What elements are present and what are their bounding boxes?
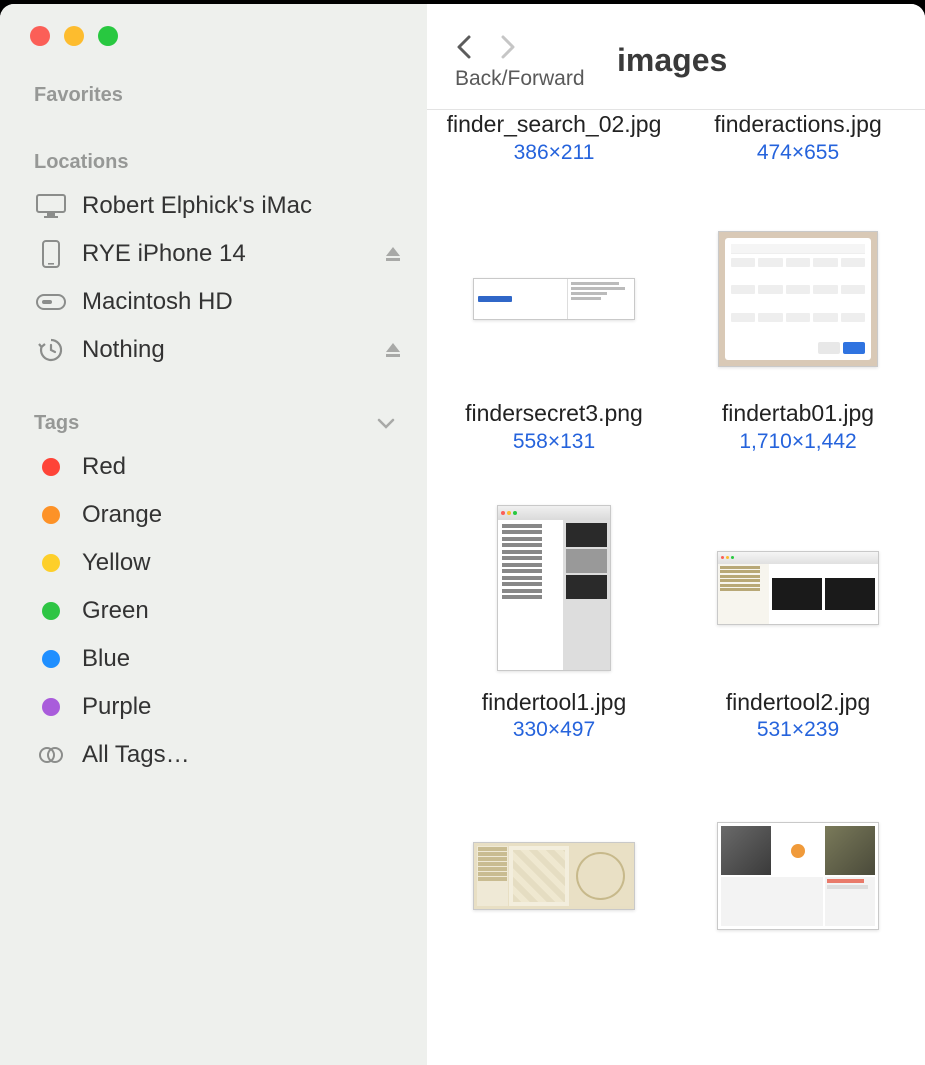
sidebar: Favorites Locations Robert Elphick's iMa… (0, 4, 427, 1065)
sidebar-item-label: Purple (82, 693, 403, 721)
file-dimensions: 1,710×1,442 (722, 430, 874, 454)
file-info: findersecret3.png558×131 (465, 399, 643, 454)
thumbnail-area (437, 776, 671, 976)
sidebar-item-label: Macintosh HD (82, 288, 403, 316)
tag-dot-icon (34, 454, 68, 480)
file-item[interactable]: findertool1.jpg330×497 (437, 488, 671, 743)
main-area: Back/Forward images finder_search_02.jpg… (427, 4, 925, 1065)
sidebar-item-label: Blue (82, 645, 403, 673)
sidebar-item-iphone[interactable]: RYE iPhone 14 (0, 230, 427, 278)
back-button[interactable] (455, 33, 475, 61)
file-item[interactable]: findertool2.jpg531×239 (681, 488, 915, 743)
close-button[interactable] (30, 26, 50, 46)
iphone-icon (34, 241, 68, 267)
forward-button[interactable] (497, 33, 517, 61)
thumbnail-area (437, 199, 671, 399)
file-info: findertool1.jpg330×497 (482, 688, 627, 743)
file-item[interactable]: findertab01.jpg1,710×1,442 (681, 199, 915, 454)
tag-dot-icon (34, 646, 68, 672)
file-dimensions: 531×239 (726, 718, 871, 742)
sidebar-item-label: Orange (82, 501, 403, 529)
thumbnail-area (681, 776, 915, 976)
file-info: findertab01.jpg1,710×1,442 (722, 399, 874, 454)
window-title: images (617, 42, 727, 79)
eject-icon[interactable] (383, 340, 403, 360)
back-forward-group: Back/Forward (455, 23, 585, 91)
imac-icon (34, 193, 68, 219)
file-thumbnail[interactable] (473, 278, 635, 320)
file-thumbnail[interactable] (718, 231, 878, 367)
favorites-section-header[interactable]: Favorites (0, 76, 427, 115)
sidebar-item-imac[interactable]: Robert Elphick's iMac (0, 182, 427, 230)
file-thumbnail[interactable] (717, 822, 879, 930)
eject-icon[interactable] (383, 244, 403, 264)
tag-dot-icon (34, 502, 68, 528)
file-info: finderactions.jpg474×655 (714, 110, 882, 165)
file-dimensions: 330×497 (482, 718, 627, 742)
timemachine-icon (34, 337, 68, 363)
maximize-button[interactable] (98, 26, 118, 46)
all-tags[interactable]: All Tags… (0, 731, 427, 779)
icon-grid[interactable]: finder_search_02.jpg386×211 finderactions… (427, 110, 925, 1065)
file-name[interactable]: findertool2.jpg (726, 688, 871, 717)
toolbar: Back/Forward images (427, 4, 925, 110)
file-name[interactable]: finderactions.jpg (714, 110, 882, 139)
thumbnail-area (681, 488, 915, 688)
locations-label: Locations (34, 151, 128, 174)
tag-dot-icon (34, 694, 68, 720)
sidebar-item-label: All Tags… (82, 741, 403, 769)
locations-section-header[interactable]: Locations (0, 143, 427, 182)
sidebar-item-label: Yellow (82, 549, 403, 577)
sidebar-item-label: RYE iPhone 14 (82, 240, 383, 268)
file-item[interactable]: finder_search_02.jpg386×211 (437, 110, 671, 165)
file-name[interactable]: findersecret3.png (465, 399, 643, 428)
sidebar-item-label: Green (82, 597, 403, 625)
tag-dot-icon (34, 598, 68, 624)
file-dimensions: 474×655 (714, 141, 882, 165)
finder-window: Favorites Locations Robert Elphick's iMa… (0, 4, 925, 1065)
favorites-label: Favorites (34, 84, 123, 107)
tag-purple[interactable]: Purple (0, 683, 427, 731)
all-tags-icon (34, 742, 68, 768)
tag-dot-icon (34, 550, 68, 576)
file-info: findertool2.jpg531×239 (726, 688, 871, 743)
file-dimensions: 386×211 (447, 141, 662, 165)
file-item[interactable] (681, 776, 915, 976)
file-item[interactable]: finderactions.jpg474×655 (681, 110, 915, 165)
tag-blue[interactable]: Blue (0, 635, 427, 683)
minimize-button[interactable] (64, 26, 84, 46)
sidebar-item-timemachine[interactable]: Nothing (0, 326, 427, 374)
window-controls (0, 26, 427, 76)
file-item[interactable]: findersecret3.png558×131 (437, 199, 671, 454)
sidebar-item-label: Red (82, 453, 403, 481)
file-thumbnail[interactable] (497, 505, 611, 671)
file-name[interactable]: findertool1.jpg (482, 688, 627, 717)
tag-red[interactable]: Red (0, 443, 427, 491)
tag-orange[interactable]: Orange (0, 491, 427, 539)
tags-label: Tags (34, 412, 79, 435)
file-info: finder_search_02.jpg386×211 (447, 110, 662, 165)
file-dimensions: 558×131 (465, 430, 643, 454)
file-name[interactable]: findertab01.jpg (722, 399, 874, 428)
file-thumbnail[interactable] (473, 842, 635, 910)
tag-yellow[interactable]: Yellow (0, 539, 427, 587)
file-name[interactable]: finder_search_02.jpg (447, 110, 662, 139)
thumbnail-area (437, 488, 671, 688)
disk-icon (34, 289, 68, 315)
chevron-down-icon[interactable] (377, 418, 395, 430)
back-forward-label: Back/Forward (455, 67, 585, 91)
sidebar-item-label: Robert Elphick's iMac (82, 192, 403, 220)
tags-section-header[interactable]: Tags (0, 404, 427, 443)
tag-green[interactable]: Green (0, 587, 427, 635)
sidebar-item-macintosh-hd[interactable]: Macintosh HD (0, 278, 427, 326)
file-thumbnail[interactable] (717, 551, 879, 625)
file-item[interactable] (437, 776, 671, 976)
sidebar-item-label: Nothing (82, 336, 383, 364)
thumbnail-area (681, 199, 915, 399)
